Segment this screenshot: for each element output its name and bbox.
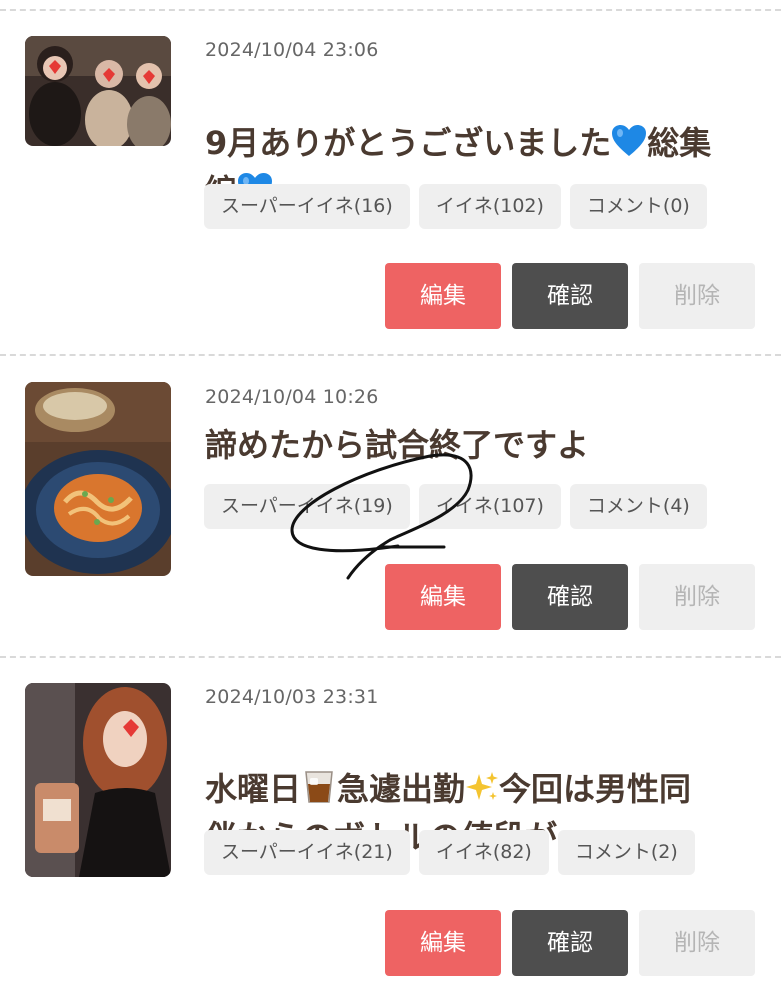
post-item: 2024/10/03 23:31 水曜日急遽出勤今回は男性同伴からのボトルの値段…: [0, 0, 781, 1000]
portrait-photo-icon: [25, 683, 171, 877]
super-like-chip[interactable]: スーパーイイネ(21): [204, 830, 410, 875]
delete-button[interactable]: 削除: [639, 910, 755, 976]
post-title-text: 急遽出勤: [337, 770, 466, 808]
post-title-text: 水曜日: [205, 770, 302, 808]
like-chip[interactable]: イイネ(82): [418, 830, 549, 875]
post-thumbnail[interactable]: [25, 683, 171, 877]
reaction-chips: スーパーイイネ(21) イイネ(82) コメント(2): [204, 830, 695, 875]
edit-button[interactable]: 編集: [385, 910, 501, 976]
sparkles-icon: [465, 770, 499, 815]
check-button[interactable]: 確認: [512, 910, 628, 976]
post-date: 2024/10/03 23:31: [205, 686, 379, 708]
whisky-glass-icon: [301, 768, 337, 815]
post-title-text: 今回は男性同: [499, 770, 692, 808]
comment-chip[interactable]: コメント(2): [557, 830, 695, 875]
